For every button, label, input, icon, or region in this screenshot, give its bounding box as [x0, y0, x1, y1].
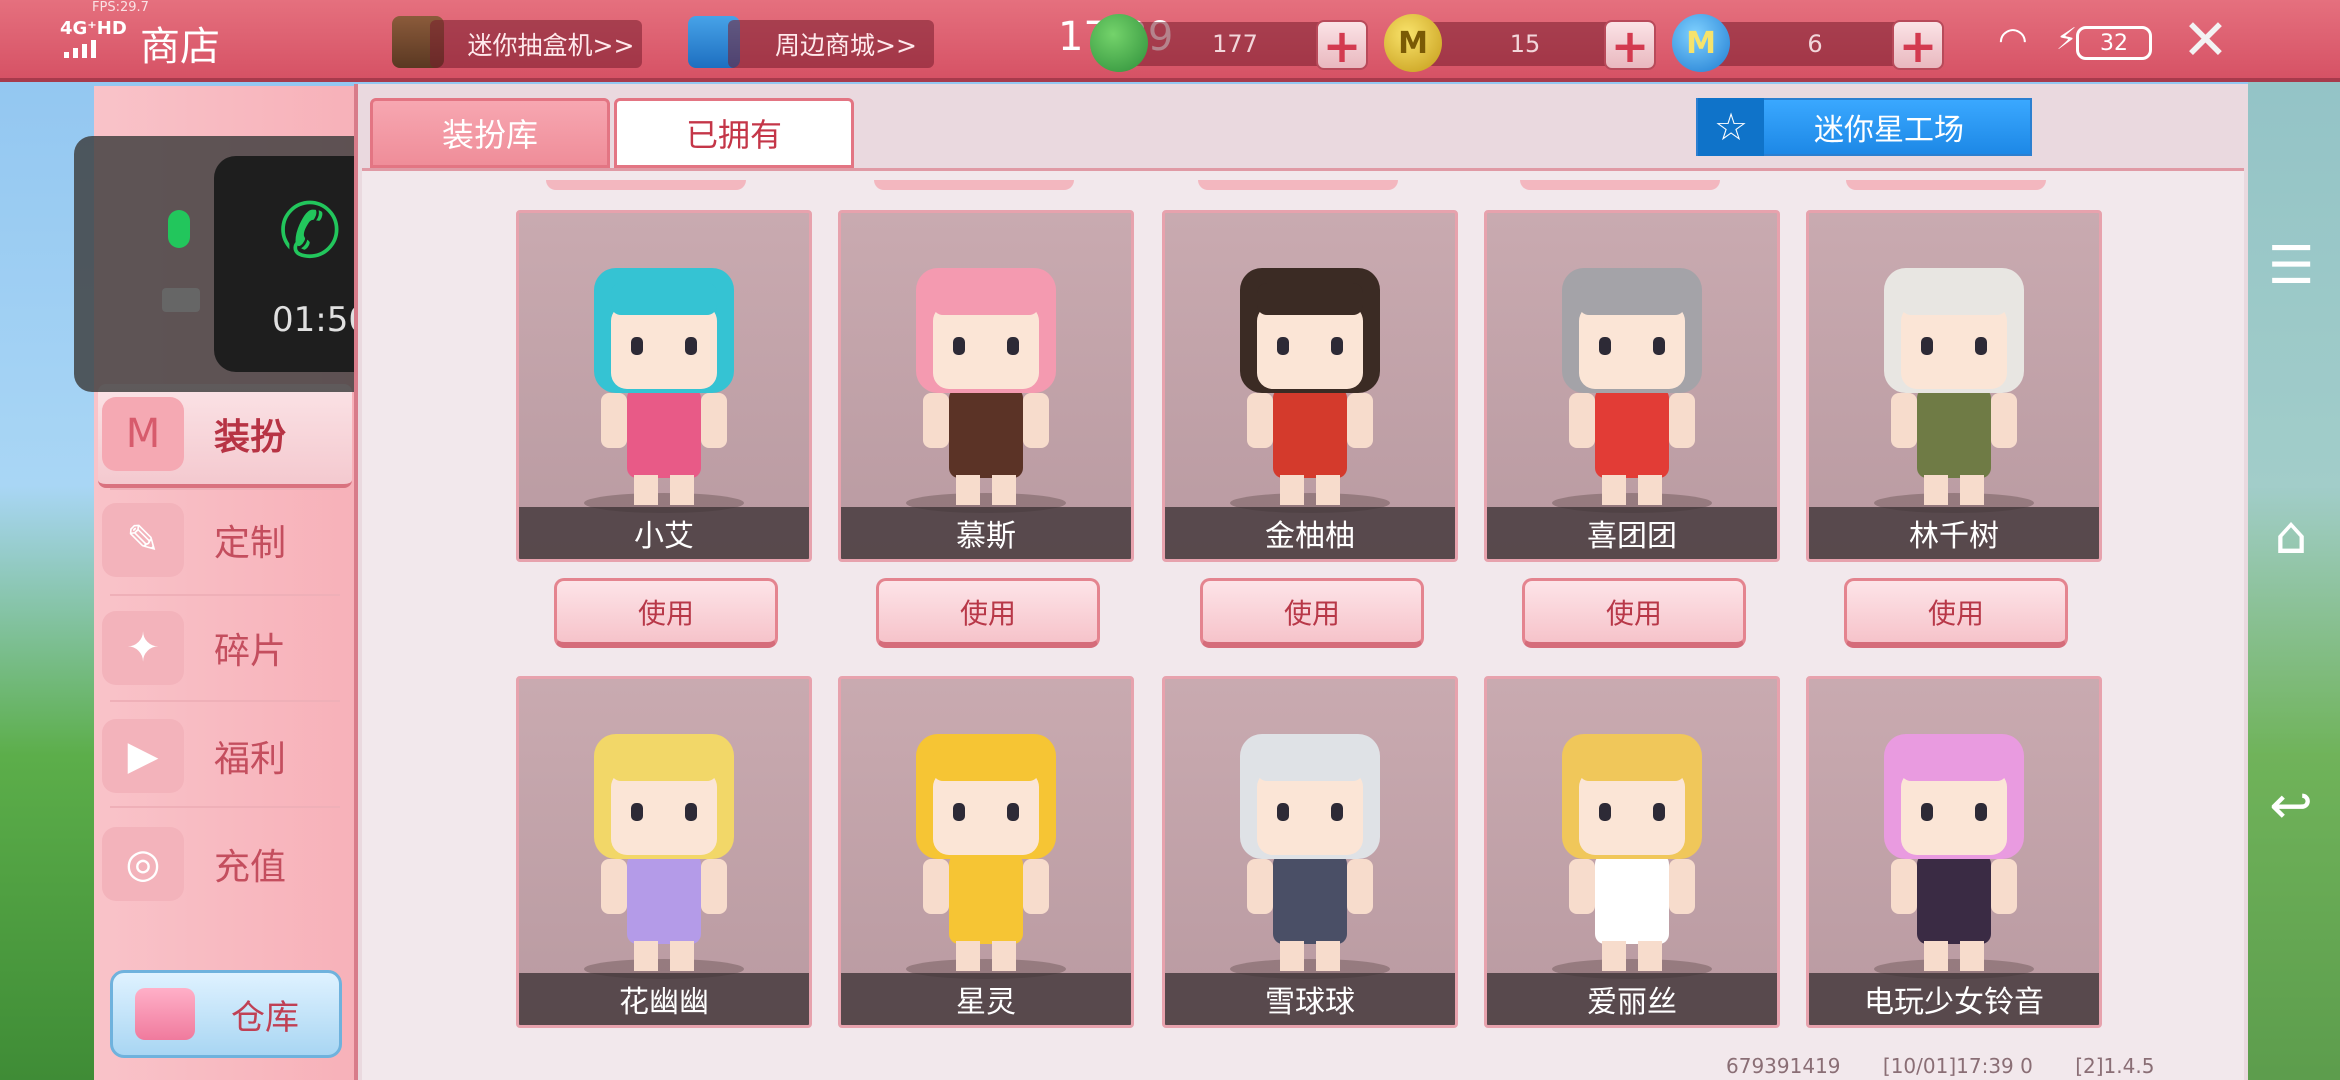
fragment-icon: ✦	[102, 611, 184, 685]
version-text: [2]1.4.5	[2075, 1054, 2155, 1078]
mini-bean-icon: M	[1672, 14, 1730, 72]
timestamp-text: [10/01]17:39 0	[1882, 1054, 2033, 1078]
skin-name: 小艾	[519, 507, 809, 559]
home-icon[interactable]: ⌂	[2256, 506, 2326, 566]
star-icon: ☆	[1698, 98, 1764, 156]
skin-card[interactable]: 小艾	[516, 210, 812, 562]
wifi-icon: ◠	[1998, 20, 2028, 60]
character-portrait	[1874, 268, 2034, 513]
character-portrait	[1552, 268, 1712, 513]
skin-name: 星灵	[841, 973, 1131, 1025]
skin-name: 雪球球	[1165, 973, 1455, 1025]
skin-card[interactable]: 金柚柚	[1162, 210, 1458, 562]
workshop-button[interactable]: ☆ 迷你星工场	[1696, 98, 2032, 156]
skin-name: 电玩少女铃音	[1809, 973, 2099, 1025]
gift-icon: ▶	[102, 719, 184, 793]
skin-card[interactable]: 喜团团	[1484, 210, 1780, 562]
skin-card[interactable]: 林千树	[1806, 210, 2102, 562]
skin-name: 喜团团	[1487, 507, 1777, 559]
coin-stack-icon: ◎	[102, 827, 184, 901]
use-skin-button[interactable]: 使用	[1200, 578, 1424, 648]
sidebar-item-welfare[interactable]: ▶ 福利	[98, 704, 352, 808]
charging-icon: ⚡	[2056, 22, 2078, 57]
sidebar-item-label: 装扮	[214, 417, 287, 458]
top-bar: FPS:29.7 4G⁺HD 商店 迷你抽盒机>> 周边商城>> 17:39 1…	[0, 0, 2340, 82]
uid-text: 679391419	[1726, 1054, 1841, 1078]
scroll-hint	[1198, 180, 1398, 190]
phone-icon: ✆	[278, 186, 342, 275]
character-portrait	[584, 268, 744, 513]
skin-name: 金柚柚	[1165, 507, 1455, 559]
use-skin-button[interactable]: 使用	[876, 578, 1100, 648]
workshop-label: 迷你星工场	[1814, 113, 1964, 148]
character-portrait	[584, 734, 744, 979]
skin-name: 林千树	[1809, 507, 2099, 559]
tab-owned[interactable]: 已拥有	[614, 98, 854, 168]
character-portrait	[906, 268, 1066, 513]
page-title: 商店	[140, 24, 220, 70]
scroll-hint	[874, 180, 1074, 190]
sidebar-item-label: 充值	[214, 847, 287, 888]
character-portrait	[1230, 734, 1390, 979]
sidebar-item-label: 福利	[214, 739, 287, 780]
camera-icon[interactable]	[162, 288, 200, 312]
divider	[110, 806, 340, 808]
use-skin-button[interactable]: 使用	[1522, 578, 1746, 648]
character-portrait	[1230, 268, 1390, 513]
fps-readout: FPS:29.7	[92, 0, 149, 15]
mini-coin-icon: M	[1384, 14, 1442, 72]
scroll-hint	[546, 180, 746, 190]
sidebar-item-recharge[interactable]: ◎ 充值	[98, 812, 352, 916]
warehouse-label: 仓库	[231, 997, 299, 1038]
build-info: 679391419 [10/01]17:39 0 [2]1.4.5	[1726, 1054, 2190, 1078]
close-shop-button[interactable]: ✕	[2182, 8, 2229, 73]
use-skin-button[interactable]: 使用	[554, 578, 778, 648]
mall-button[interactable]: 周边商城>>	[728, 20, 934, 68]
sidebar-item-dressup[interactable]: M 装扮	[98, 384, 352, 488]
warehouse-chest-icon	[135, 988, 195, 1040]
sidebar-item-customize[interactable]: ✎ 定制	[98, 488, 352, 592]
skin-card[interactable]: 雪球球	[1162, 676, 1458, 1028]
sidebar-item-fragments[interactable]: ✦ 碎片	[98, 596, 352, 700]
network-indicator: 4G⁺HD	[60, 18, 127, 39]
skin-name: 花幽幽	[519, 973, 809, 1025]
battery-indicator: 32	[2076, 26, 2152, 60]
microphone-icon[interactable]	[168, 210, 190, 248]
add-currency-3-button[interactable]: +	[1892, 20, 1944, 70]
shirt-icon: M	[102, 397, 184, 471]
skin-name: 慕斯	[841, 507, 1131, 559]
skin-name: 爱丽丝	[1487, 973, 1777, 1025]
signal-icon	[64, 40, 96, 58]
back-icon[interactable]: ↩	[2256, 776, 2326, 836]
skin-card[interactable]: 电玩少女铃音	[1806, 676, 2102, 1028]
add-currency-1-button[interactable]: +	[1316, 20, 1368, 70]
green-gem-icon	[1090, 14, 1148, 72]
character-portrait	[1552, 734, 1712, 979]
tab-library[interactable]: 装扮库	[370, 98, 610, 168]
sidebar-item-label: 碎片	[214, 631, 287, 672]
skin-card[interactable]: 星灵	[838, 676, 1134, 1028]
character-portrait	[906, 734, 1066, 979]
scroll-hint	[1846, 180, 2046, 190]
add-currency-2-button[interactable]: +	[1604, 20, 1656, 70]
scroll-hint	[1520, 180, 1720, 190]
blindbox-button[interactable]: 迷你抽盒机>>	[430, 20, 642, 68]
skin-card[interactable]: 爱丽丝	[1484, 676, 1780, 1028]
warehouse-button[interactable]: 仓库	[110, 970, 342, 1058]
divider	[110, 700, 340, 702]
skin-card[interactable]: 慕斯	[838, 210, 1134, 562]
sidebar-item-label: 定制	[214, 523, 287, 564]
pencil-icon: ✎	[102, 503, 184, 577]
system-nav-bar	[2248, 82, 2340, 1080]
use-skin-button[interactable]: 使用	[1844, 578, 2068, 648]
menu-icon[interactable]: ☰	[2256, 236, 2326, 296]
character-portrait	[1874, 734, 2034, 979]
skin-card[interactable]: 花幽幽	[516, 676, 812, 1028]
